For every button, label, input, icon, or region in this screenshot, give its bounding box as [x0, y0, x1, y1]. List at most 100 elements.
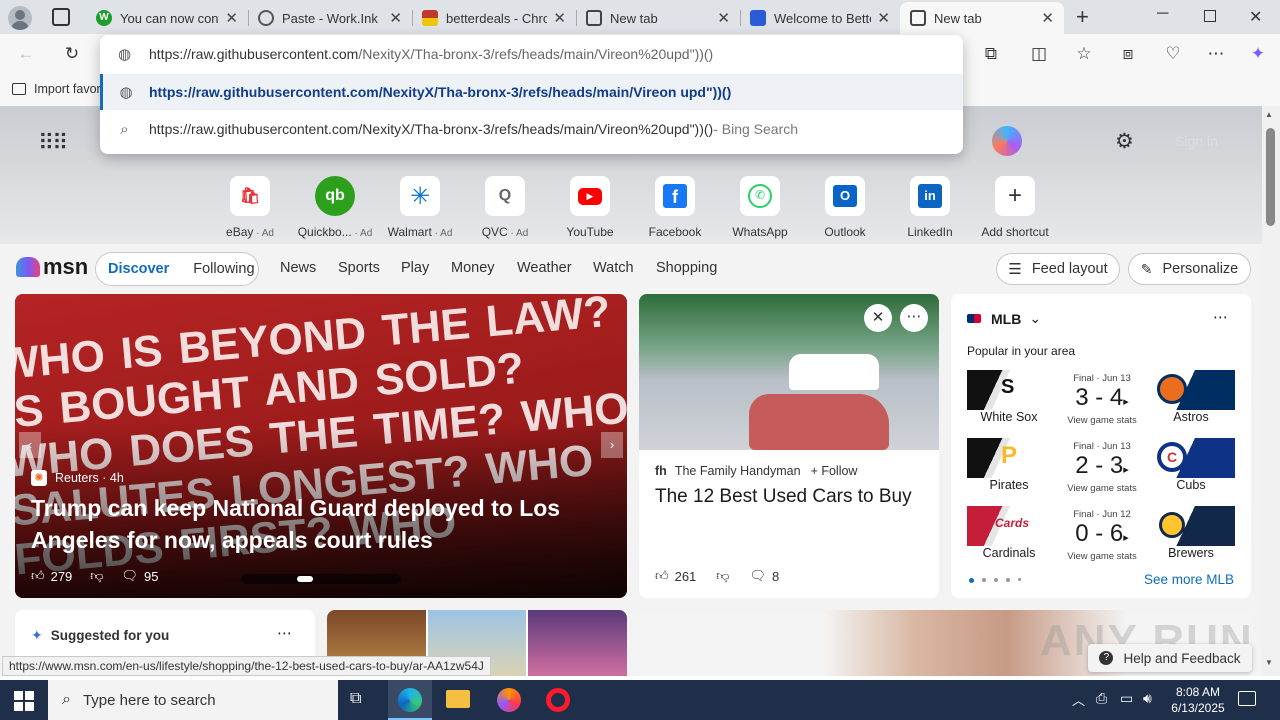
favorites-icon[interactable]: ☆: [1072, 42, 1096, 66]
extensions-icon[interactable]: ⧉: [979, 42, 1003, 66]
file-explorer-icon[interactable]: [446, 690, 470, 708]
tray-chevron-icon[interactable]: ︿: [1072, 690, 1085, 709]
dismiss-close-icon[interactable]: ✕: [864, 304, 892, 332]
import-favorites[interactable]: Import favor: [12, 82, 101, 96]
more-options-icon[interactable]: ⋯: [900, 304, 928, 332]
close-tab-icon[interactable]: ✕: [877, 9, 890, 27]
more-options-icon[interactable]: ⋯: [277, 624, 292, 642]
opera-icon[interactable]: [546, 688, 570, 712]
scroll-up-icon[interactable]: ▲: [1265, 110, 1273, 119]
suggestion-url-row[interactable]: ◍ https://raw.githubusercontent.com/Nexi…: [100, 74, 963, 110]
copilot-search-icon[interactable]: [992, 126, 1022, 156]
game-row[interactable]: Cards Cardinals Final · Jun 12 0 - 6▸ Vi…: [967, 506, 1235, 566]
carousel-next-button[interactable]: ›: [601, 432, 623, 458]
close-tab-icon[interactable]: ✕: [553, 9, 566, 27]
article-card[interactable]: ✕ ⋯ fh The Family Handyman + Follow The …: [639, 294, 939, 598]
game-row[interactable]: S White Sox Final · Jun 13 3 - 4▸ View g…: [967, 370, 1235, 430]
nav-sports[interactable]: Sports: [338, 260, 380, 276]
view-game-stats[interactable]: View game stats: [1057, 483, 1147, 494]
carousel-indicators[interactable]: [241, 574, 401, 584]
nav-weather[interactable]: Weather: [517, 260, 572, 276]
split-screen-icon[interactable]: ◫: [1027, 42, 1051, 66]
apps-launcher-icon[interactable]: ⠿⠿: [38, 130, 68, 156]
suggestion-search-row[interactable]: ⌕ https://raw.githubusercontent.com/Nexi…: [100, 111, 963, 147]
article-source-name[interactable]: The Family Handyman: [675, 464, 801, 478]
feed-layout-button[interactable]: ☰ Feed layout: [996, 253, 1120, 285]
tray-monitor-icon[interactable]: ▭: [1120, 690, 1133, 707]
shortcut-youtube[interactable]: ▶ YouTube: [550, 176, 630, 239]
shortcut-whatsapp[interactable]: ✆ WhatsApp: [720, 176, 800, 239]
nav-news[interactable]: News: [280, 260, 316, 276]
dislike-icon[interactable]: 👎︎: [90, 568, 103, 584]
tab-actions-icon[interactable]: [52, 8, 70, 26]
shortcut-quickbooks[interactable]: qb Quickbo... · Ad: [295, 176, 375, 239]
nav-money[interactable]: Money: [451, 260, 495, 276]
shortcut-ebay[interactable]: 🛍 eBay · Ad: [210, 176, 290, 239]
settings-gear-icon[interactable]: ⚙: [1115, 129, 1134, 154]
mlb-pagination[interactable]: [969, 578, 1021, 583]
shortcut-outlook[interactable]: O Outlook: [805, 176, 885, 239]
close-tab-icon[interactable]: ✕: [1041, 9, 1054, 27]
firefox-icon[interactable]: [497, 688, 521, 712]
shortcut-facebook[interactable]: f Facebook: [635, 176, 715, 239]
game-thumbnail[interactable]: [528, 610, 627, 676]
scroll-down-icon[interactable]: ▼: [1265, 658, 1273, 667]
copilot-icon[interactable]: ✦: [1246, 42, 1270, 66]
nav-play[interactable]: Play: [401, 260, 429, 276]
volume-icon[interactable]: 🔊︎: [1143, 690, 1152, 707]
nav-shopping[interactable]: Shopping: [656, 260, 717, 276]
refresh-button[interactable]: ↻: [60, 42, 84, 66]
close-window-button[interactable]: ✕: [1249, 7, 1262, 27]
tab-3[interactable]: New tab ✕: [576, 2, 740, 34]
shortcut-walmart[interactable]: ✳ Walmart · Ad: [380, 176, 460, 239]
tray-network-icon[interactable]: ⎙: [1096, 690, 1107, 707]
see-more-mlb-link[interactable]: See more MLB: [1144, 572, 1234, 587]
follow-button[interactable]: + Follow: [811, 464, 858, 478]
tab-2[interactable]: betterdeals - Chro ✕: [412, 2, 576, 34]
hero-headline[interactable]: Trump can keep National Guard deployed t…: [31, 492, 601, 556]
browser-essentials-icon[interactable]: ♡: [1161, 42, 1185, 66]
hero-source[interactable]: ✺ Reuters · 4h: [31, 470, 124, 486]
tab-1[interactable]: Paste - Work.Ink ✕: [248, 2, 412, 34]
notifications-icon[interactable]: [1238, 691, 1256, 706]
tab-4[interactable]: Welcome to Better ✕: [740, 2, 900, 34]
address-input-row[interactable]: ◍ https://raw.githubusercontent.com/Nexi…: [100, 36, 963, 72]
carousel-prev-button[interactable]: ‹: [19, 432, 41, 458]
close-tab-icon[interactable]: ✕: [717, 9, 730, 27]
scrollbar-thumb[interactable]: [1266, 128, 1275, 226]
tab-5-active[interactable]: New tab ✕: [900, 2, 1064, 34]
new-tab-button[interactable]: +: [1076, 4, 1089, 30]
nav-watch[interactable]: Watch: [593, 260, 634, 276]
more-menu-icon[interactable]: ⋯: [1204, 42, 1228, 66]
msn-logo[interactable]: msn: [16, 254, 88, 280]
add-shortcut-button[interactable]: + Add shortcut: [975, 176, 1055, 239]
like-icon[interactable]: 👍︎: [655, 568, 669, 584]
personalize-button[interactable]: ✎ Personalize: [1128, 253, 1251, 285]
help-feedback-button[interactable]: ? Help and Feedback: [1088, 644, 1252, 672]
close-tab-icon[interactable]: ✕: [389, 9, 402, 27]
task-view-icon[interactable]: ⧉: [350, 690, 361, 708]
collections-icon[interactable]: ⧈: [1116, 42, 1140, 66]
article-headline[interactable]: The 12 Best Used Cars to Buy: [655, 486, 925, 508]
sign-in-button[interactable]: Sign in: [1175, 133, 1218, 149]
comment-icon[interactable]: 🗨︎: [750, 568, 767, 584]
shortcut-qvc[interactable]: Q QVC · Ad: [465, 176, 545, 239]
taskbar-edge[interactable]: [388, 680, 432, 720]
mlb-header[interactable]: MLB ⌄: [967, 310, 1041, 327]
tab-discover[interactable]: Discover: [108, 261, 169, 277]
close-tab-icon[interactable]: ✕: [225, 9, 238, 27]
profile-avatar[interactable]: [8, 6, 32, 30]
dislike-icon[interactable]: 👎︎: [716, 568, 729, 584]
taskbar-clock[interactable]: 8:08 AM 6/13/2025: [1170, 684, 1226, 716]
comment-icon[interactable]: 🗨︎: [122, 568, 139, 584]
restore-button[interactable]: [1204, 10, 1216, 22]
view-game-stats[interactable]: View game stats: [1057, 551, 1147, 562]
tab-following[interactable]: Following: [193, 261, 254, 277]
page-scrollbar[interactable]: ▲ ▼: [1262, 106, 1280, 676]
game-row[interactable]: P Pirates Final · Jun 13 2 - 3▸ View gam…: [967, 438, 1235, 498]
hero-carousel[interactable]: WHO IS BEYOND THE LAW? IS BOUGHT AND SOL…: [15, 294, 627, 598]
shortcut-linkedin[interactable]: in LinkedIn: [890, 176, 970, 239]
view-game-stats[interactable]: View game stats: [1057, 415, 1147, 426]
taskbar-search-box[interactable]: ⌕ Type here to search: [48, 680, 338, 720]
tab-0[interactable]: W You can now conti ✕: [86, 2, 248, 34]
